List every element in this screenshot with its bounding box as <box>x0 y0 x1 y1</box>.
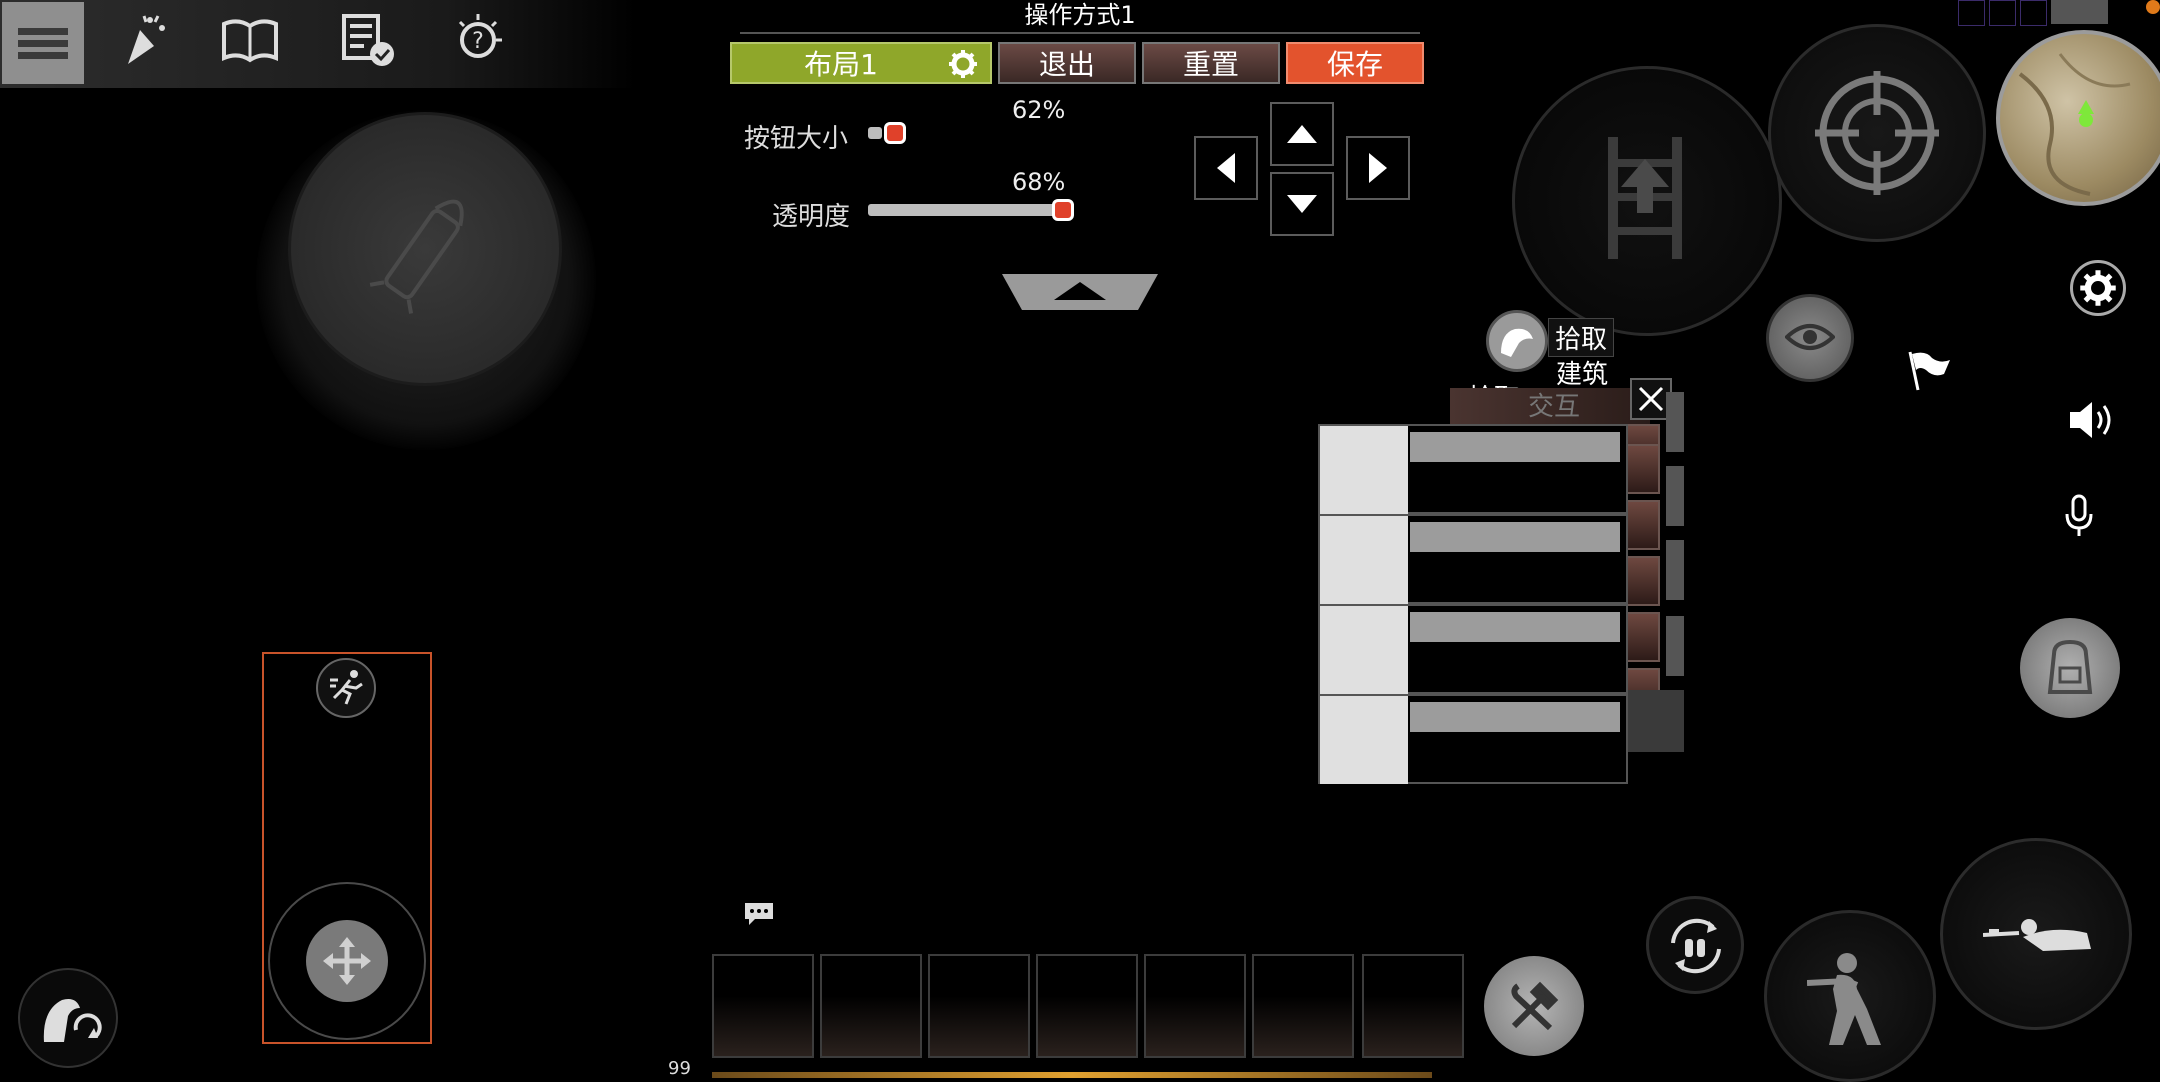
eye-icon <box>1785 324 1835 350</box>
item-thumbnail <box>1320 426 1408 514</box>
settings-button[interactable] <box>2070 260 2126 316</box>
hotbar-slot[interactable] <box>1144 954 1246 1058</box>
status-slots <box>1958 0 2109 26</box>
gear-icon <box>949 50 977 78</box>
opacity-slider-handle[interactable] <box>1052 199 1074 221</box>
pickup-button[interactable] <box>1486 310 1548 372</box>
button-size-label: 按钮大小 <box>744 124 849 154</box>
button-size-slider-track[interactable] <box>868 127 882 139</box>
free-look-button[interactable] <box>1766 294 1854 382</box>
speaker-icon[interactable] <box>2066 398 2114 442</box>
reload-ammo-icon <box>1671 918 1721 974</box>
hand-icon <box>1501 328 1533 357</box>
arrow-up-icon <box>1287 125 1317 143</box>
save-button[interactable]: 保存 <box>1286 42 1424 84</box>
notification-dot <box>2146 0 2160 14</box>
collapse-panel-button[interactable] <box>1002 272 1158 312</box>
button-size-slider-handle[interactable] <box>884 122 906 144</box>
hotbar-slot[interactable] <box>1252 954 1354 1058</box>
item-name-bar <box>1410 432 1620 462</box>
sprint-button[interactable] <box>316 658 376 718</box>
book-icon[interactable] <box>218 8 282 72</box>
move-left-button[interactable] <box>1194 136 1258 200</box>
arrow-down-icon <box>1287 195 1317 213</box>
crosshair-icon <box>1815 71 1939 195</box>
item-name-bar <box>1410 612 1620 642</box>
opacity-value: 68% <box>1012 168 1066 196</box>
microphone-icon[interactable] <box>2062 494 2096 538</box>
hammer-wrench-icon <box>1511 981 1559 1031</box>
hotbar-slot[interactable] <box>712 954 814 1058</box>
crouch-soldier-icon <box>1807 953 1881 1045</box>
top-toolbar <box>0 0 636 88</box>
hotbar-slot[interactable] <box>1362 954 1464 1058</box>
reload-button[interactable] <box>1646 896 1744 994</box>
interact-label: 交互 <box>1528 392 1581 422</box>
ladder-icon <box>1608 137 1682 259</box>
item-thumbnail <box>1320 696 1408 784</box>
move-arrows-icon <box>323 937 371 985</box>
opacity-slider-track[interactable] <box>868 204 1058 216</box>
button-size-value: 62% <box>1012 96 1066 124</box>
menu-icon <box>18 27 68 35</box>
arrow-right-icon <box>1369 153 1387 183</box>
player-marker-icon <box>2079 113 2093 127</box>
layout-title: 操作方式1 <box>740 0 1420 34</box>
exit-button[interactable]: 退出 <box>998 42 1136 84</box>
movement-joystick-thumb[interactable] <box>306 920 388 1002</box>
item-thumbnail <box>1320 606 1408 694</box>
menu-button[interactable] <box>2 2 84 84</box>
attack-button[interactable] <box>288 112 562 386</box>
item-thumbnail <box>1320 516 1408 604</box>
move-right-button[interactable] <box>1346 136 1410 200</box>
monkey-swap-icon <box>43 999 102 1042</box>
move-up-button[interactable] <box>1270 102 1334 166</box>
item-name-bar <box>1410 522 1620 552</box>
svg-text:?: ? <box>472 29 484 54</box>
hotbar-slot[interactable] <box>820 954 922 1058</box>
experience-bar <box>712 1072 1432 1078</box>
close-icon <box>1638 386 1664 412</box>
flag-icon[interactable] <box>1906 348 1952 392</box>
arrow-left-icon <box>1217 153 1235 183</box>
map-terrain-icon <box>2018 53 2131 196</box>
running-icon <box>330 670 363 705</box>
backpack-icon <box>2047 639 2093 694</box>
celebration-icon[interactable] <box>110 8 174 72</box>
switch-character-button[interactable] <box>18 968 118 1068</box>
gear-icon <box>2080 270 2116 306</box>
tips-icon[interactable]: ? <box>444 8 508 72</box>
backpack-button[interactable] <box>2020 618 2120 718</box>
task-list-icon[interactable] <box>336 8 400 72</box>
craft-button[interactable] <box>1484 956 1584 1056</box>
prone-button[interactable] <box>1940 838 2132 1030</box>
pickup-label: 拾取 <box>1548 318 1615 357</box>
aim-button[interactable] <box>1768 24 1986 242</box>
hotbar-slot[interactable] <box>928 954 1030 1058</box>
crouch-button[interactable] <box>1764 910 1936 1082</box>
bullet-icon <box>369 199 464 314</box>
layout-label: 布局1 <box>804 48 878 81</box>
chat-icon[interactable] <box>742 900 776 928</box>
layout-select-button[interactable]: 布局1 <box>730 42 992 84</box>
move-down-button[interactable] <box>1270 172 1334 236</box>
minimap[interactable] <box>1996 30 2160 206</box>
opacity-label: 透明度 <box>772 202 851 232</box>
prone-soldier-icon <box>1983 919 2091 951</box>
ammo-count: 99 <box>668 1058 691 1079</box>
reset-button[interactable]: 重置 <box>1142 42 1280 84</box>
hotbar-slot[interactable] <box>1036 954 1138 1058</box>
climb-button[interactable] <box>1512 66 1782 336</box>
item-name-bar <box>1410 702 1620 732</box>
